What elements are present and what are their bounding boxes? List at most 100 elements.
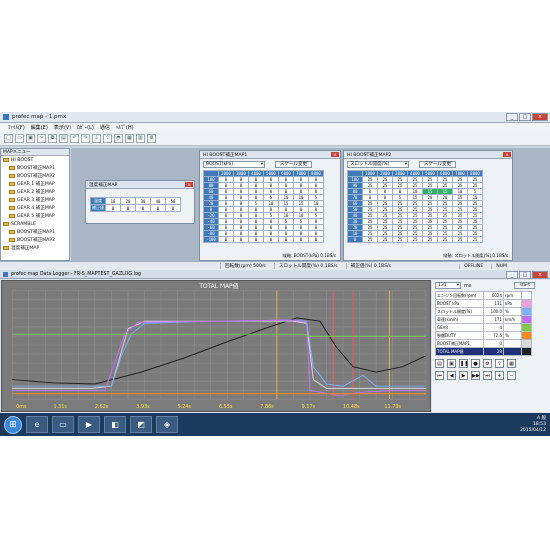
table-cell[interactable]: 0	[165, 204, 181, 212]
table-cell[interactable]: 0	[120, 204, 136, 212]
param-row[interactable]: スロットル開度(%) 100.0%	[435, 307, 532, 316]
menu-view[interactable]: 表示(V)	[54, 124, 71, 131]
series-color-swatch[interactable]	[521, 347, 532, 356]
series-color-swatch[interactable]	[521, 315, 532, 324]
maximize-button[interactable]: □	[519, 113, 531, 121]
close-icon[interactable]: ×	[503, 152, 511, 157]
param-row[interactable]: BOOST kPa 131 kPa	[435, 299, 532, 308]
map1-scale-button[interactable]: スケール変更	[275, 161, 312, 168]
minimize-button[interactable]: _	[506, 113, 518, 121]
time-select[interactable]: 131 ▾	[435, 282, 461, 289]
tree-item[interactable]: 温度補正MAP	[1, 244, 69, 252]
save-icon[interactable]: ▣	[26, 134, 35, 143]
table-cell[interactable]: 25	[392, 236, 408, 243]
tree-item[interactable]: GEAR 2 補正MAP	[1, 188, 69, 196]
table-cell[interactable]: 0	[150, 204, 166, 212]
table-cell[interactable]: 0	[135, 204, 151, 212]
table-cell[interactable]: 0	[233, 236, 249, 243]
map1-axis-select[interactable]: BOOST(kPa) ▾	[203, 161, 265, 168]
settings-icon[interactable]: ⚙	[483, 359, 492, 368]
table-cell[interactable]: 0	[218, 236, 234, 243]
taskbar-media-icon[interactable]: ▶	[78, 416, 100, 433]
param-row[interactable]: TOTAL MAP値 29	[435, 347, 532, 356]
logger-chart[interactable]: TOTAL MAP値 0ms 1.31s 2.62s 3.93s 5.24s 6.55s 7.…	[1, 280, 431, 412]
table-cell[interactable]: 25	[422, 236, 438, 243]
paste-icon[interactable]: ▤	[59, 134, 68, 143]
prev-icon[interactable]: ◀	[447, 371, 456, 380]
table-cell[interactable]: 0	[263, 236, 279, 243]
save-icon[interactable]: ▣	[447, 359, 456, 368]
minimize-button[interactable]: _	[506, 271, 518, 279]
table-cell[interactable]: 0	[278, 236, 294, 243]
tree-item[interactable]: GEAR 4 補正MAP	[1, 204, 69, 212]
table-cell[interactable]: 30	[135, 197, 151, 205]
series-color-swatch[interactable]	[521, 331, 532, 340]
series-color-swatch[interactable]	[521, 307, 532, 316]
start-button[interactable]: start	[514, 282, 535, 289]
map2-scale-button[interactable]: スケール変更	[419, 161, 456, 168]
logger-icon[interactable]: ▦	[125, 134, 134, 143]
menu-help[interactable]: ﾍﾙﾌﾟ(H)	[116, 124, 134, 131]
table-cell[interactable]: 25	[377, 236, 393, 243]
taskbar-app3-icon[interactable]: ◈	[156, 416, 178, 433]
table-cell[interactable]: 温度	[90, 197, 106, 205]
param-row[interactable]: 制御DUTY 72.5%	[435, 331, 532, 340]
table-cell[interactable]: 25	[467, 236, 483, 243]
table-cell[interactable]: 補正値	[90, 204, 106, 212]
last-icon[interactable]: ⏭	[483, 371, 492, 380]
series-color-swatch[interactable]	[521, 323, 532, 332]
series-color-swatch[interactable]	[521, 291, 532, 300]
table-cell[interactable]: 40	[150, 197, 166, 205]
open-icon[interactable]: ▭	[15, 134, 24, 143]
zoom-in-icon[interactable]: +	[495, 371, 504, 380]
tree-item[interactable]: GEAR 3 補正MAP	[1, 196, 69, 204]
map1-window[interactable]: HI BOOST補正MAP1 × BOOST(kPa) ▾ スケール変更 2000 3…	[199, 150, 341, 261]
param-row[interactable]: エンジン回転数(rpm) 6024 rpm	[435, 291, 532, 300]
graph-icon[interactable]: ▦	[507, 359, 516, 368]
maximize-button[interactable]: □	[519, 271, 531, 279]
tree-item[interactable]: BOOST補正MAP1	[1, 164, 69, 172]
taskbar-ie-icon[interactable]: e	[26, 416, 48, 433]
table-cell[interactable]: 25	[452, 236, 468, 243]
taskbar-app2-icon[interactable]: ◩	[130, 416, 152, 433]
first-icon[interactable]: ⏮	[435, 371, 444, 380]
next-icon[interactable]: ▶▶	[471, 371, 480, 380]
tree-item[interactable]: HI BOOST	[1, 156, 69, 164]
table-cell[interactable]: 0	[105, 204, 121, 212]
pause-icon[interactable]: ❚❚	[459, 359, 468, 368]
series-color-swatch[interactable]	[521, 299, 532, 308]
tree-item[interactable]: BOOST補正MAP2	[1, 172, 69, 180]
table-cell[interactable]: 20	[120, 197, 136, 205]
table-cell[interactable]: 25	[437, 236, 453, 243]
system-tray[interactable]: A 般 18:53 2015/04/12	[520, 416, 546, 434]
table-cell[interactable]: -100	[203, 236, 219, 243]
param-row[interactable]: BOOST補正MAP1 0	[435, 339, 532, 348]
param-row[interactable]: GEAR 4	[435, 323, 532, 332]
table-cell[interactable]: 25	[362, 236, 378, 243]
menu-edit[interactable]: 編集(E)	[31, 124, 48, 131]
record-icon[interactable]: ●	[471, 359, 480, 368]
table-cell[interactable]: 10	[105, 197, 121, 205]
redo-icon[interactable]: ↷	[81, 134, 90, 143]
temp-correction-window[interactable]: 温度補正MAP × 温度 10 20 30 40 50 補正値 0 0 0 0 0	[85, 180, 195, 224]
write-icon[interactable]: ⇧	[103, 134, 112, 143]
zoom-out-icon[interactable]: −	[507, 371, 516, 380]
tree-item[interactable]: GEAR 5 補正MAP	[1, 212, 69, 220]
tree-item[interactable]: BOOST補正MAP2	[1, 236, 69, 244]
cut-icon[interactable]: ✂	[37, 134, 46, 143]
table-cell[interactable]: 0	[248, 236, 264, 243]
export-icon[interactable]: ⇪	[495, 359, 504, 368]
undo-icon[interactable]: ↶	[70, 134, 79, 143]
copy-icon[interactable]: ⧉	[48, 134, 57, 143]
close-icon[interactable]: ×	[185, 182, 193, 187]
tree-item[interactable]: BOOST補正MAP1	[1, 228, 69, 236]
menu-comm[interactable]: 通信	[100, 124, 110, 131]
tree-item[interactable]: GEAR 1 補正MAP	[1, 180, 69, 188]
table-cell[interactable]: 50	[165, 197, 181, 205]
play-icon[interactable]: ▶	[459, 371, 468, 380]
table-cell[interactable]: 0	[347, 236, 363, 243]
menu-file[interactable]: ﾌｧｲﾙ(F)	[8, 124, 25, 131]
read-icon[interactable]: ⇩	[92, 134, 101, 143]
car-icon[interactable]: ◓	[114, 134, 123, 143]
close-button[interactable]: ×	[532, 113, 548, 121]
